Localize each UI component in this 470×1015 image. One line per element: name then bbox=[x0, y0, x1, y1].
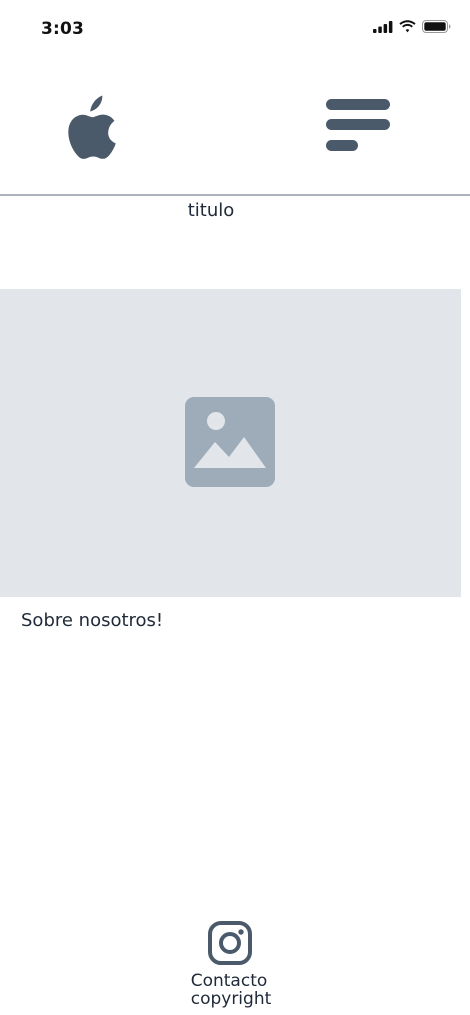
apple-logo-icon[interactable] bbox=[56, 94, 120, 172]
cellular-signal-icon bbox=[373, 20, 393, 33]
footer: Contacto copyright bbox=[0, 918, 470, 1015]
contact-link[interactable]: Contacto bbox=[0, 972, 458, 990]
menu-button[interactable] bbox=[322, 94, 394, 154]
battery-icon bbox=[422, 20, 451, 33]
menu-icon bbox=[326, 99, 390, 151]
hero-image-placeholder bbox=[0, 289, 461, 597]
header bbox=[0, 60, 470, 196]
instagram-icon bbox=[208, 921, 252, 965]
image-placeholder-icon bbox=[185, 397, 275, 487]
instagram-link[interactable] bbox=[207, 920, 253, 966]
status-bar: 3:03 bbox=[0, 0, 470, 60]
wifi-icon bbox=[399, 20, 416, 33]
about-text: Sobre nosotros! bbox=[21, 610, 164, 631]
status-icons bbox=[373, 20, 451, 33]
status-time: 3:03 bbox=[41, 19, 85, 39]
copyright-text: copyright bbox=[190, 989, 272, 1009]
page-title: titulo bbox=[187, 200, 235, 221]
